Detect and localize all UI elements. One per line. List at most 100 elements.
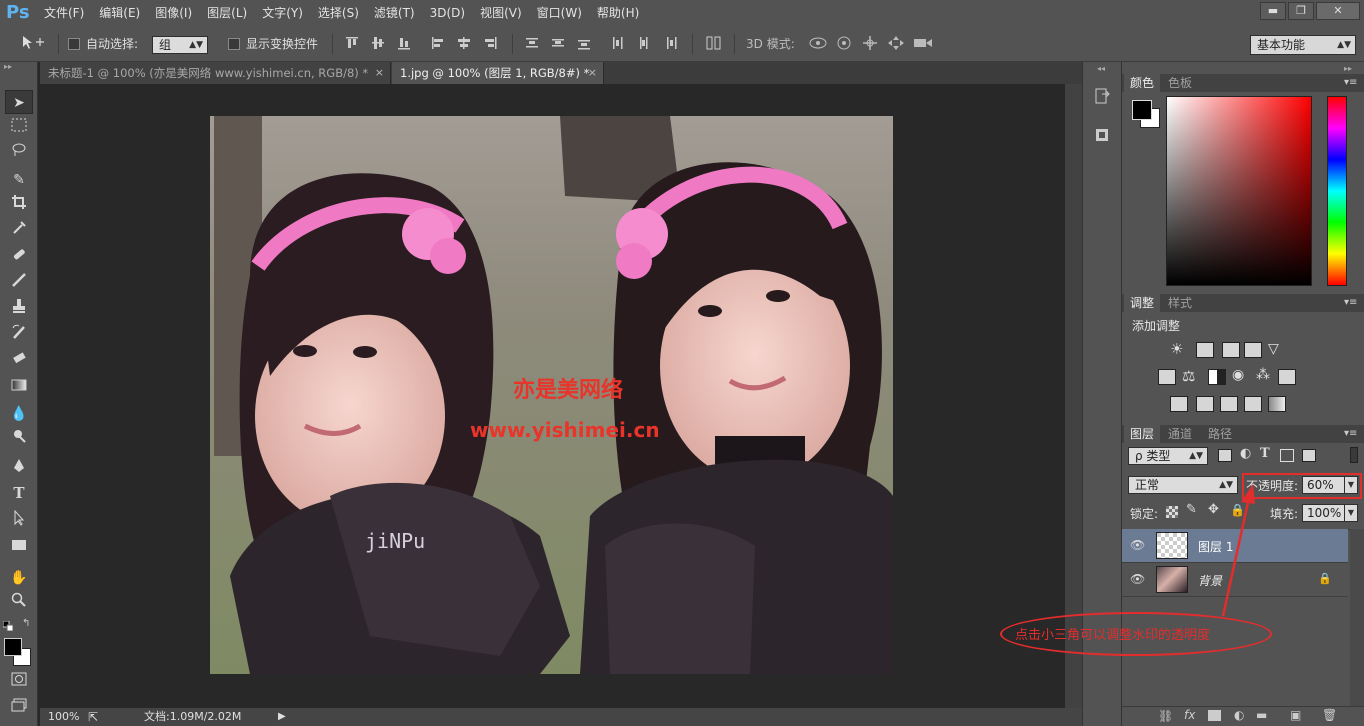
close-icon[interactable]: ×: [588, 62, 597, 84]
vibrance-icon[interactable]: ▽: [1268, 341, 1279, 357]
color-balance-icon[interactable]: ⚖: [1182, 367, 1195, 385]
visibility-eye-icon[interactable]: 👁: [1130, 538, 1145, 552]
menu-image[interactable]: 图像(I): [155, 0, 192, 26]
distribute-vcenter-icon[interactable]: [550, 35, 566, 53]
align-right-icon[interactable]: [482, 35, 498, 53]
quick-mask-icon[interactable]: [5, 670, 33, 694]
toolbox-collapse-icon[interactable]: ▸▸: [4, 63, 34, 71]
panels-collapse-icon[interactable]: ▸▸: [1344, 64, 1352, 73]
color-lookup-icon[interactable]: [1278, 369, 1296, 385]
align-left-icon[interactable]: [430, 35, 446, 53]
status-menu-arrow-icon[interactable]: ▶: [278, 708, 286, 726]
3d-slide-icon[interactable]: [886, 35, 906, 53]
close-button[interactable]: ✕: [1316, 2, 1360, 20]
menu-select[interactable]: 选择(S): [318, 0, 359, 26]
new-adjustment-layer-icon[interactable]: ◐: [1234, 708, 1244, 722]
move-tool-icon[interactable]: ➤: [5, 90, 33, 114]
foreground-color-swatch[interactable]: [4, 638, 22, 656]
add-mask-icon[interactable]: [1208, 710, 1221, 721]
auto-align-icon[interactable]: [704, 35, 724, 53]
new-layer-icon[interactable]: ▣: [1290, 708, 1301, 722]
align-hcenter-icon[interactable]: [456, 35, 472, 53]
layer-filter-dropdown[interactable]: ρ 类型 ▲▼: [1128, 447, 1208, 465]
3d-scale-icon[interactable]: [912, 35, 934, 53]
menu-edit[interactable]: 编辑(E): [99, 0, 140, 26]
invert-icon[interactable]: [1170, 396, 1188, 412]
zoom-level[interactable]: 100%: [48, 708, 79, 726]
lock-brush-icon[interactable]: ✎: [1186, 502, 1197, 517]
brightness-icon[interactable]: ☀: [1170, 341, 1188, 357]
filter-pixel-icon[interactable]: [1218, 449, 1232, 462]
gradient-map-icon[interactable]: [1268, 396, 1286, 412]
filter-shape-icon[interactable]: [1280, 449, 1294, 462]
filter-type-icon[interactable]: T: [1260, 446, 1270, 461]
brush-tool-icon[interactable]: [5, 272, 33, 296]
visibility-eye-icon[interactable]: 👁: [1130, 572, 1145, 586]
threshold-icon[interactable]: [1220, 396, 1238, 412]
auto-select-checkbox[interactable]: [68, 38, 80, 50]
pen-tool-icon[interactable]: [5, 458, 33, 482]
layer-style-fx-icon[interactable]: fx: [1184, 708, 1195, 722]
auto-select-dropdown[interactable]: 组 ▲▼: [152, 36, 208, 54]
rectangle-tool-icon[interactable]: [5, 536, 33, 560]
zoom-tool-icon[interactable]: [5, 592, 33, 616]
layers-scrollbar[interactable]: [1350, 529, 1364, 706]
link-layers-icon[interactable]: ⛓: [1158, 709, 1173, 723]
align-bottom-icon[interactable]: [396, 35, 412, 53]
screen-mode-icon[interactable]: [5, 696, 33, 720]
lock-transparent-icon[interactable]: [1166, 506, 1178, 518]
eraser-tool-icon[interactable]: [5, 350, 33, 374]
levels-icon[interactable]: [1196, 342, 1214, 358]
menu-file[interactable]: 文件(F): [44, 0, 84, 26]
photo-filter-icon[interactable]: ◉: [1232, 367, 1244, 383]
align-top-icon[interactable]: [344, 35, 360, 53]
3d-rotate-icon[interactable]: [808, 35, 828, 53]
3d-pan-icon[interactable]: [860, 35, 880, 53]
history-panel-icon[interactable]: [1093, 86, 1113, 106]
distribute-bottom-icon[interactable]: [576, 35, 592, 53]
selective-color-icon[interactable]: [1244, 396, 1262, 412]
close-icon[interactable]: ×: [375, 62, 384, 84]
tab-color[interactable]: 颜色: [1124, 74, 1161, 92]
distribute-right-icon[interactable]: [662, 35, 678, 53]
color-field[interactable]: [1166, 96, 1312, 286]
3d-roll-icon[interactable]: [834, 35, 854, 53]
menu-3d[interactable]: 3D(D): [430, 0, 465, 26]
tab-layers[interactable]: 图层: [1124, 425, 1161, 443]
exposure-icon[interactable]: [1244, 342, 1262, 358]
hand-tool-icon[interactable]: ✋: [5, 566, 33, 590]
fill-slider-toggle-icon[interactable]: ▼: [1344, 504, 1358, 522]
crop-tool-icon[interactable]: [5, 194, 33, 218]
move-tool-icon[interactable]: [18, 35, 48, 53]
lasso-tool-icon[interactable]: [5, 142, 33, 166]
gradient-tool-icon[interactable]: [5, 376, 33, 400]
panel-menu-icon[interactable]: ▾≡: [1344, 425, 1357, 443]
distribute-top-icon[interactable]: [524, 35, 540, 53]
menu-window[interactable]: 窗口(W): [537, 0, 582, 26]
distribute-hcenter-icon[interactable]: [636, 35, 652, 53]
tab-untitled-1[interactable]: 未标题-1 @ 100% (亦是美网络 www.yishimei.cn, RGB…: [40, 62, 391, 84]
blur-tool-icon[interactable]: 💧: [5, 402, 33, 426]
menu-filter[interactable]: 滤镜(T): [374, 0, 415, 26]
clone-stamp-tool-icon[interactable]: [5, 298, 33, 322]
menu-help[interactable]: 帮助(H): [597, 0, 639, 26]
hue-slider[interactable]: [1327, 96, 1347, 286]
swap-colors-icon[interactable]: ↰: [22, 618, 34, 630]
marquee-tool-icon[interactable]: [5, 116, 33, 140]
new-group-icon[interactable]: ▬: [1256, 708, 1267, 722]
filter-smart-object-icon[interactable]: [1302, 449, 1316, 462]
tab-adjustments[interactable]: 调整: [1124, 294, 1161, 312]
path-select-tool-icon[interactable]: [5, 509, 33, 534]
tab-channels[interactable]: 通道: [1162, 425, 1198, 443]
dock-collapse-icon[interactable]: ◂◂: [1097, 64, 1105, 73]
dodge-tool-icon[interactable]: [5, 428, 33, 452]
export-icon[interactable]: ⇱: [88, 708, 98, 726]
panel-menu-icon[interactable]: ▾≡: [1344, 74, 1357, 92]
workspace-dropdown[interactable]: 基本功能 ▲▼: [1250, 35, 1356, 55]
filter-toggle[interactable]: [1350, 447, 1358, 463]
properties-panel-icon[interactable]: [1093, 126, 1113, 146]
filter-adjustment-icon[interactable]: ◐: [1240, 446, 1251, 461]
distribute-left-icon[interactable]: [610, 35, 626, 53]
align-vcenter-icon[interactable]: [370, 35, 386, 53]
minimize-button[interactable]: ▬: [1260, 2, 1286, 20]
